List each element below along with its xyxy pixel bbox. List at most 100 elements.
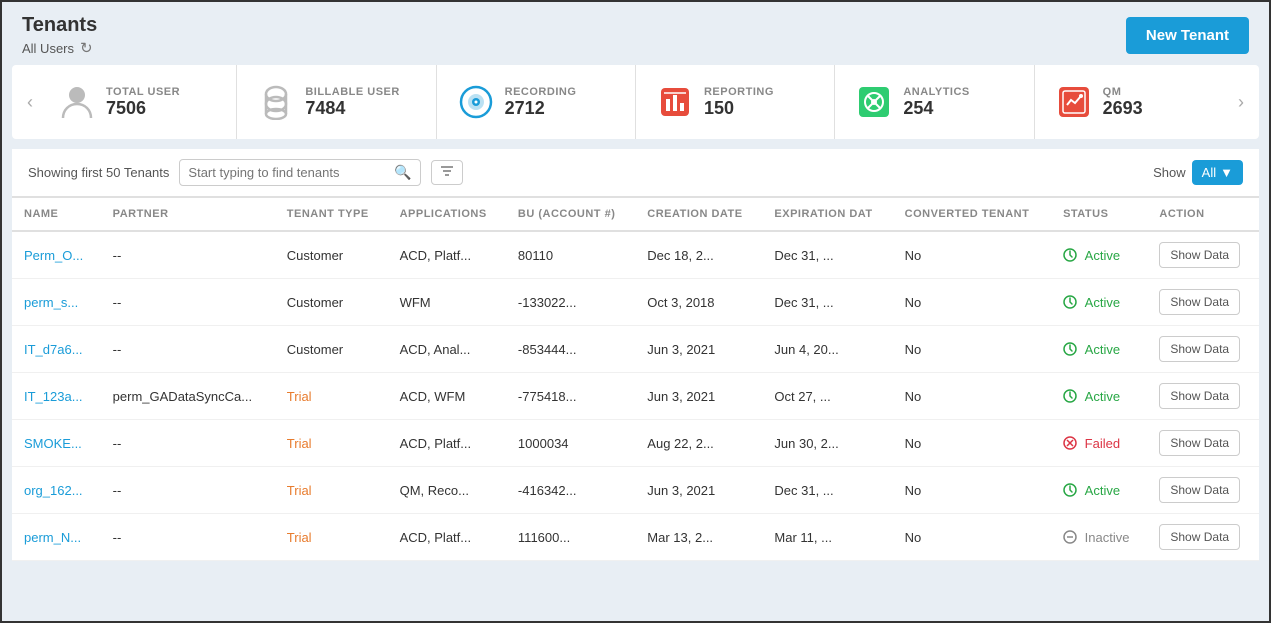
cell-action[interactable]: Show Data bbox=[1147, 373, 1259, 420]
col-converted: CONVERTED TENANT bbox=[893, 198, 1051, 231]
cell-creation: Oct 3, 2018 bbox=[635, 279, 762, 326]
qm-text: QM 2693 bbox=[1103, 86, 1143, 119]
qm-label: QM bbox=[1103, 86, 1143, 98]
show-data-button[interactable]: Show Data bbox=[1159, 383, 1240, 409]
cell-converted: No bbox=[893, 279, 1051, 326]
toolbar: Showing first 50 Tenants 🔍 Show All ▼ bbox=[12, 149, 1259, 197]
stats-next-arrow[interactable]: › bbox=[1233, 87, 1249, 118]
toolbar-right: Show All ▼ bbox=[1153, 160, 1243, 185]
show-data-button[interactable]: Show Data bbox=[1159, 477, 1240, 503]
page-title: Tenants bbox=[22, 14, 97, 37]
qm-value: 2693 bbox=[1103, 98, 1143, 119]
analytics-icon bbox=[855, 83, 893, 121]
table-header-row: NAME PARTNER TENANT TYPE APPLICATIONS BU… bbox=[12, 198, 1259, 231]
all-users-label: All Users bbox=[22, 41, 74, 56]
search-input[interactable] bbox=[188, 165, 388, 180]
cell-applications: ACD, Platf... bbox=[388, 231, 506, 279]
stats-bar: TOTAL USER 7506 BILLABLE USER bbox=[38, 65, 1233, 139]
show-data-button[interactable]: Show Data bbox=[1159, 336, 1240, 362]
cell-partner: perm_GADataSyncCa... bbox=[101, 373, 275, 420]
cell-status: Active bbox=[1051, 373, 1147, 420]
cell-expiration: Jun 4, 20... bbox=[762, 326, 892, 373]
cell-name[interactable]: Perm_O... bbox=[12, 231, 101, 279]
filter-button[interactable] bbox=[431, 160, 463, 185]
recording-text: RECORDING 2712 bbox=[505, 86, 577, 119]
cell-action[interactable]: Show Data bbox=[1147, 326, 1259, 373]
analytics-value: 254 bbox=[903, 98, 969, 119]
table-head: NAME PARTNER TENANT TYPE APPLICATIONS BU… bbox=[12, 198, 1259, 231]
stat-reporting: REPORTING 150 bbox=[636, 65, 835, 139]
cell-expiration: Mar 11, ... bbox=[762, 514, 892, 561]
total-user-icon bbox=[58, 83, 96, 121]
col-status: STATUS bbox=[1051, 198, 1147, 231]
cell-creation: Mar 13, 2... bbox=[635, 514, 762, 561]
cell-name[interactable]: SMOKE... bbox=[12, 420, 101, 467]
cell-expiration: Oct 27, ... bbox=[762, 373, 892, 420]
col-partner: PARTNER bbox=[101, 198, 275, 231]
status-badge: Active bbox=[1063, 483, 1135, 498]
reporting-text: REPORTING 150 bbox=[704, 86, 774, 119]
cell-action[interactable]: Show Data bbox=[1147, 420, 1259, 467]
cell-bu: 80110 bbox=[506, 231, 635, 279]
recording-label: RECORDING bbox=[505, 86, 577, 98]
show-data-button[interactable]: Show Data bbox=[1159, 430, 1240, 456]
billable-user-icon bbox=[257, 83, 295, 121]
cell-type: Trial bbox=[275, 420, 388, 467]
analytics-label: ANALYTICS bbox=[903, 86, 969, 98]
cell-action[interactable]: Show Data bbox=[1147, 467, 1259, 514]
cell-name[interactable]: IT_123a... bbox=[12, 373, 101, 420]
show-data-button[interactable]: Show Data bbox=[1159, 524, 1240, 550]
analytics-text: ANALYTICS 254 bbox=[903, 86, 969, 119]
cell-type: Customer bbox=[275, 279, 388, 326]
cell-name[interactable]: perm_N... bbox=[12, 514, 101, 561]
show-data-button[interactable]: Show Data bbox=[1159, 242, 1240, 268]
table-body: Perm_O... -- Customer ACD, Platf... 8011… bbox=[12, 231, 1259, 561]
cell-action[interactable]: Show Data bbox=[1147, 514, 1259, 561]
table-row: IT_d7a6... -- Customer ACD, Anal... -853… bbox=[12, 326, 1259, 373]
stats-prev-arrow[interactable]: ‹ bbox=[22, 87, 38, 118]
search-icon[interactable]: 🔍 bbox=[394, 164, 411, 181]
cell-creation: Jun 3, 2021 bbox=[635, 326, 762, 373]
new-tenant-button[interactable]: New Tenant bbox=[1126, 17, 1249, 54]
status-badge: Active bbox=[1063, 389, 1135, 404]
cell-partner: -- bbox=[101, 231, 275, 279]
reporting-label: REPORTING bbox=[704, 86, 774, 98]
cell-status: Active bbox=[1051, 467, 1147, 514]
cell-expiration: Dec 31, ... bbox=[762, 231, 892, 279]
total-user-label: TOTAL USER bbox=[106, 86, 180, 98]
table-row: Perm_O... -- Customer ACD, Platf... 8011… bbox=[12, 231, 1259, 279]
cell-action[interactable]: Show Data bbox=[1147, 231, 1259, 279]
cell-applications: ACD, WFM bbox=[388, 373, 506, 420]
cell-name[interactable]: org_162... bbox=[12, 467, 101, 514]
cell-partner: -- bbox=[101, 420, 275, 467]
cell-partner: -- bbox=[101, 326, 275, 373]
status-badge: Failed bbox=[1063, 436, 1135, 451]
cell-name[interactable]: IT_d7a6... bbox=[12, 326, 101, 373]
col-bu: BU (ACCOUNT #) bbox=[506, 198, 635, 231]
table-row: IT_123a... perm_GADataSyncCa... Trial AC… bbox=[12, 373, 1259, 420]
cell-applications: ACD, Platf... bbox=[388, 514, 506, 561]
cell-partner: -- bbox=[101, 514, 275, 561]
show-data-button[interactable]: Show Data bbox=[1159, 289, 1240, 315]
reporting-icon bbox=[656, 83, 694, 121]
cell-converted: No bbox=[893, 231, 1051, 279]
cell-partner: -- bbox=[101, 467, 275, 514]
cell-action[interactable]: Show Data bbox=[1147, 279, 1259, 326]
cell-converted: No bbox=[893, 514, 1051, 561]
qm-icon bbox=[1055, 83, 1093, 121]
refresh-icon[interactable]: ↻ bbox=[80, 39, 93, 57]
cell-creation: Jun 3, 2021 bbox=[635, 373, 762, 420]
total-user-value: 7506 bbox=[106, 98, 180, 119]
show-dropdown[interactable]: All ▼ bbox=[1192, 160, 1243, 185]
status-badge: Active bbox=[1063, 342, 1135, 357]
col-name: NAME bbox=[12, 198, 101, 231]
cell-applications: WFM bbox=[388, 279, 506, 326]
cell-applications: QM, Reco... bbox=[388, 467, 506, 514]
cell-bu: -853444... bbox=[506, 326, 635, 373]
recording-icon bbox=[457, 83, 495, 121]
stat-qm: QM 2693 bbox=[1035, 65, 1233, 139]
stat-recording: RECORDING 2712 bbox=[437, 65, 636, 139]
header-left: Tenants All Users ↻ bbox=[22, 14, 97, 57]
cell-expiration: Jun 30, 2... bbox=[762, 420, 892, 467]
cell-name[interactable]: perm_s... bbox=[12, 279, 101, 326]
